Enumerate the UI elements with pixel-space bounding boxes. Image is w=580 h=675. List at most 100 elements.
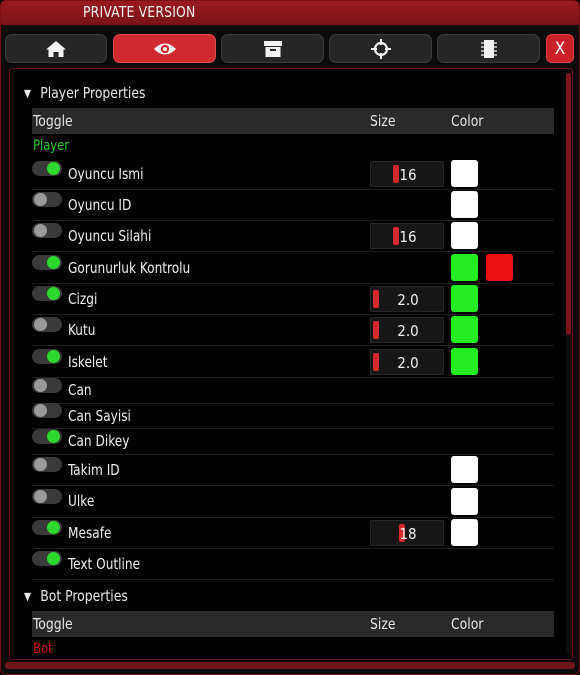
column-size: Size xyxy=(370,112,396,130)
toggle-knob xyxy=(47,256,60,269)
home-icon xyxy=(46,40,66,57)
toggle-switch[interactable] xyxy=(32,429,62,444)
color-swatch[interactable] xyxy=(451,254,478,281)
toggle-switch[interactable] xyxy=(32,489,62,504)
size-slider[interactable]: 16 xyxy=(370,161,444,187)
color-swatch[interactable] xyxy=(451,456,478,483)
toggle-switch[interactable] xyxy=(32,317,62,332)
crosshair-icon xyxy=(370,38,391,59)
size-slider[interactable]: 2.0 xyxy=(370,286,444,312)
property-row: Oyuncu Silahi 16 xyxy=(32,220,554,252)
eye-icon xyxy=(153,43,176,54)
property-label: Iskelet xyxy=(68,353,108,371)
property-label: Oyuncu Silahi xyxy=(68,227,152,245)
group-label-bot: Bot xyxy=(33,641,53,657)
tab-misc[interactable] xyxy=(437,34,540,63)
collapse-triangle-icon: ▼ xyxy=(24,87,32,100)
scrollbar-thumb[interactable] xyxy=(566,73,571,335)
esp-menu-window: PRIVATE VERSION X ▼ Player Properties To… xyxy=(0,0,580,675)
section-title: Player Properties xyxy=(40,84,146,102)
property-row: Kutu 2.0 xyxy=(32,314,554,346)
content-panel[interactable]: ▼ Player Properties Toggle Size Color Pla… xyxy=(9,68,573,660)
property-row: Text Outline xyxy=(32,548,554,580)
property-label: Can xyxy=(68,381,92,399)
property-label: Text Outline xyxy=(68,555,141,573)
toggle-knob xyxy=(47,287,60,300)
size-slider[interactable]: 2.0 xyxy=(370,317,444,343)
group-label-player: Player xyxy=(33,138,70,154)
toggle-knob xyxy=(34,458,47,471)
color-swatch[interactable] xyxy=(451,222,478,249)
property-row: Mesafe 18 xyxy=(32,517,554,549)
property-label: Oyuncu ID xyxy=(68,196,132,214)
collapse-triangle-icon: ▼ xyxy=(24,590,32,603)
toggle-knob xyxy=(34,379,47,392)
toggle-knob xyxy=(47,162,60,175)
color-swatch[interactable] xyxy=(451,488,478,515)
tab-inventory[interactable] xyxy=(221,34,324,63)
toggle-knob xyxy=(47,521,60,534)
toggle-switch[interactable] xyxy=(32,255,62,270)
toggle-switch[interactable] xyxy=(32,192,62,207)
column-header: Toggle Size Color xyxy=(32,108,554,134)
property-row: Can Sayisi xyxy=(32,403,554,429)
bottom-resize-bar[interactable] xyxy=(5,662,575,669)
property-label: Oyuncu Ismi xyxy=(68,165,144,183)
property-row: Takim ID xyxy=(32,454,554,486)
color-swatch[interactable] xyxy=(451,519,478,546)
property-row: Cizgi 2.0 xyxy=(32,283,554,315)
size-slider[interactable]: 18 xyxy=(370,520,444,546)
property-label: Mesafe xyxy=(68,524,112,542)
tab-aim[interactable] xyxy=(329,34,432,63)
column-toggle: Toggle xyxy=(33,615,73,633)
toggle-switch[interactable] xyxy=(32,378,62,393)
size-value: 2.0 xyxy=(397,354,419,372)
player-properties-header[interactable]: ▼ Player Properties xyxy=(24,84,145,102)
tab-visuals[interactable] xyxy=(113,34,216,63)
property-label: Kutu xyxy=(68,321,96,339)
color-swatch[interactable] xyxy=(451,285,478,312)
column-color: Color xyxy=(451,112,484,130)
color-swatch[interactable] xyxy=(451,316,478,343)
property-row: Can Dikey xyxy=(32,428,554,455)
size-slider[interactable]: 2.0 xyxy=(370,349,444,375)
size-value: 2.0 xyxy=(397,291,419,309)
close-button[interactable]: X xyxy=(546,34,574,63)
size-value: 2.0 xyxy=(397,322,419,340)
color-swatch[interactable] xyxy=(451,160,478,187)
size-value: 16 xyxy=(399,166,417,184)
toggle-switch[interactable] xyxy=(32,403,62,418)
property-label: Takim ID xyxy=(68,461,120,479)
toggle-switch[interactable] xyxy=(32,520,62,535)
toggle-switch[interactable] xyxy=(32,223,62,238)
tab-home[interactable] xyxy=(5,34,107,63)
property-label: Ulke xyxy=(68,492,95,510)
property-row: Ulke xyxy=(32,485,554,518)
toggle-knob xyxy=(34,404,47,417)
toggle-switch[interactable] xyxy=(32,286,62,301)
chip-icon xyxy=(480,39,497,58)
toggle-knob xyxy=(34,193,47,206)
toggle-knob xyxy=(34,318,47,331)
column-header: Toggle Size Color xyxy=(32,611,554,637)
size-slider[interactable]: 16 xyxy=(370,223,444,249)
bot-properties-header[interactable]: ▼ Bot Properties xyxy=(24,587,128,605)
toggle-switch[interactable] xyxy=(32,161,62,176)
toggle-switch[interactable] xyxy=(32,457,62,472)
color-swatch[interactable] xyxy=(451,348,478,375)
toggle-switch[interactable] xyxy=(32,551,62,566)
toggle-knob xyxy=(47,430,60,443)
column-size: Size xyxy=(370,615,396,633)
tab-bar xyxy=(1,25,579,65)
property-label: Can Dikey xyxy=(68,432,130,450)
property-row: Can xyxy=(32,377,554,404)
size-value: 18 xyxy=(399,525,417,543)
property-row: Oyuncu ID xyxy=(32,189,554,221)
title-bar[interactable]: PRIVATE VERSION xyxy=(1,1,579,26)
section-title: Bot Properties xyxy=(40,587,128,605)
secondary-color-swatch[interactable] xyxy=(486,254,513,281)
color-swatch[interactable] xyxy=(451,191,478,218)
property-row: Oyuncu Ismi 16 xyxy=(32,158,554,190)
toggle-knob xyxy=(47,552,60,565)
toggle-switch[interactable] xyxy=(32,349,62,364)
